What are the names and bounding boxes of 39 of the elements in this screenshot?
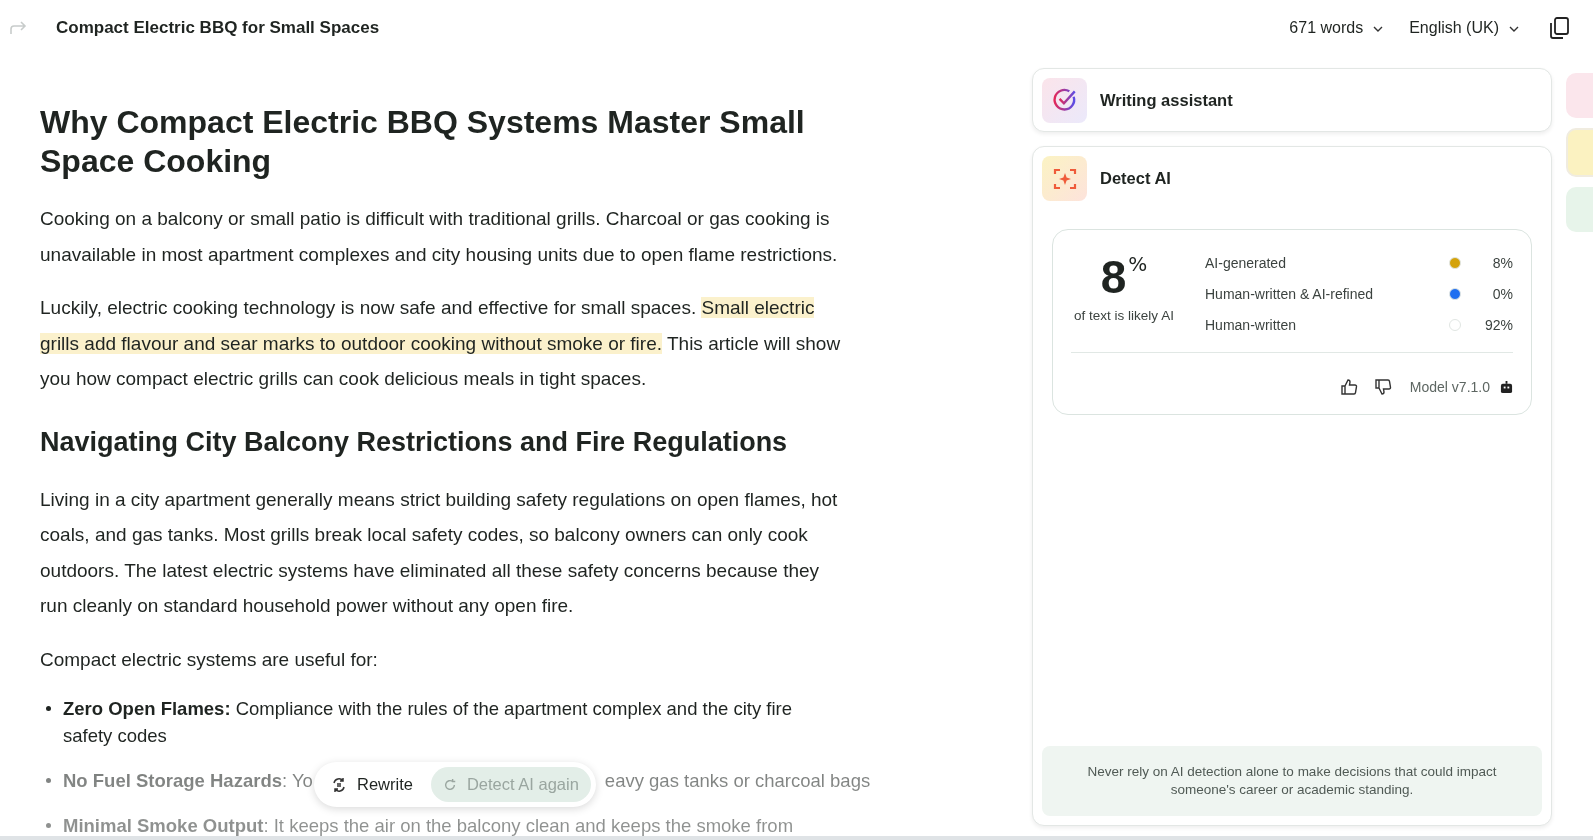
chevron-down-icon [1373,25,1384,32]
thumbs-down-icon[interactable] [1373,378,1392,396]
card-title: Detect AI [1100,169,1171,188]
category-value: 0% [1491,286,1513,302]
score-value: 8 [1100,250,1127,304]
paragraph: Compact electric systems are useful for: [40,647,379,672]
category-label: AI-generated [1205,255,1287,271]
paragraph: Cooking on a balcony or small patio is difficult with traditional grills. Charcoal or gas cooking is unavailable in most apartment complexes and city housing units due to open flame restrictions. [40,207,839,267]
refresh-icon [442,777,457,792]
list-item-text: Minimal Smoke Output: It keeps the air on the balcony clean and keeps the smoke from [63,814,794,838]
score-caption: of text is likely AI [1074,308,1174,323]
rewrite-icon [331,776,347,793]
robot-icon [1500,380,1513,394]
list-item-text: Zero Open Flames: Compliance with the rules of the apartment complex and the city fire safety codes [63,697,794,748]
card-title: Writing assistant [1100,90,1233,110]
language-dropdown[interactable]: English (UK) [1409,19,1519,37]
category-value: 8% [1491,255,1513,271]
chevron-down-icon [1509,25,1519,32]
category-label: Human-written [1205,317,1298,333]
redo-icon[interactable] [8,20,28,36]
rewrite-button[interactable]: Rewrite [319,767,425,802]
section-heading: Navigating City Balcony Restrictions and Fire Regulations [40,426,789,458]
score-unit: % [1128,252,1148,276]
check-circle-icon [1051,87,1078,113]
document-heading: Why Compact Electric BBQ Systems Master Small Space Cooking [40,103,806,181]
list-item-text: No Fuel Storage Hazards: Yo [63,769,313,793]
disclaimer-note: Never rely on AI detection alone to make decisions that could impact someone's career or academic standing. [1042,746,1542,816]
sparkle-frame-icon [1052,166,1077,191]
document-title: Compact Electric BBQ for Small Spaces [56,18,380,38]
paragraph: Living in a city apartment generally means strict building safety regulations on open flames, hot coals, and gas tanks. Most grills break local safety codes, so balcony owners can only cook outdoors. The latest electric systems have eliminated all these safety concerns because they run cleanly on standard household power without any open fire. [40,487,839,618]
list-item-text: eavy gas tanks or charcoal bags [604,769,871,793]
copy-icon[interactable] [1549,17,1569,39]
paragraph: Luckily, electric cooking technology is now safe and effective for small spaces. Small electric grills add flavour and sear marks to outdoor cooking without smoke or fire. This article will show you how compact electric grills can cook delicious meals in tight spaces. [40,296,842,391]
word-count-dropdown[interactable]: 671 words [1289,19,1384,37]
category-label: Human-written & AI-refined [1205,286,1375,302]
thumbs-up-icon[interactable] [1339,378,1358,396]
category-value: 92% [1483,317,1513,333]
writing-assistant-card[interactable]: Writing assistant [1032,68,1552,132]
model-version: Model v7.1.0 [1409,379,1490,395]
